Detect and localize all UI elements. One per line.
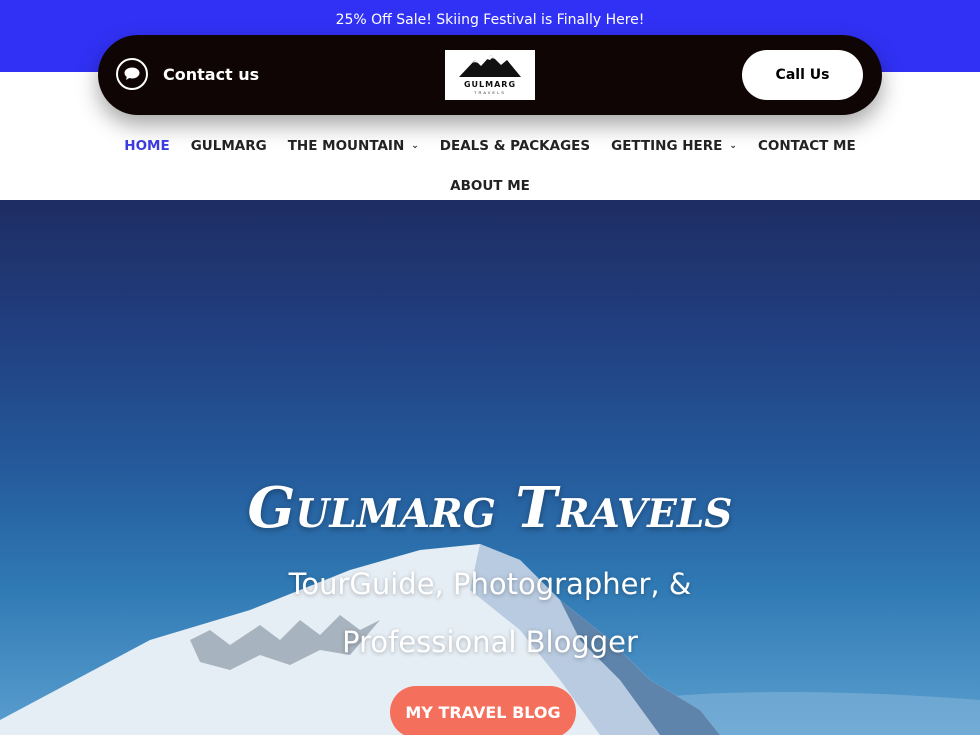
mountain-logo-icon xyxy=(459,55,521,77)
nav-item-contact-me[interactable]: CONTACT ME xyxy=(758,138,856,154)
nav-item-getting-here[interactable]: GETTING HERE ⌄ xyxy=(611,138,737,154)
nav-label: DEALS & PACKAGES xyxy=(439,138,591,154)
call-us-button[interactable]: Call Us xyxy=(742,50,863,100)
nav-item-about-me[interactable]: ABOUT ME xyxy=(450,178,530,194)
promo-text: 25% Off Sale! Skiing Festival is Finally… xyxy=(335,12,645,28)
contact-us-label: Contact us xyxy=(163,64,260,84)
site-logo[interactable]: GULMARG TRAVELS xyxy=(445,50,535,100)
nav-label: CONTACT ME xyxy=(757,138,856,154)
chevron-down-icon: ⌄ xyxy=(729,141,737,151)
nav-label: HOME xyxy=(124,138,170,154)
nav-label: THE MOUNTAIN xyxy=(287,138,405,154)
hero-title: Gulmarg Travels xyxy=(247,475,733,541)
hero-subtitle: TourGuide, Photographer, & Professional … xyxy=(288,567,692,659)
hero-section: Gulmarg Travels TourGuide, Photographer,… xyxy=(0,200,980,735)
chevron-down-icon: ⌄ xyxy=(411,141,419,151)
main-nav-row-2: ABOUT ME xyxy=(0,178,980,194)
site-header: Contact us GULMARG TRAVELS Call Us xyxy=(98,35,882,115)
chat-bubble-icon xyxy=(116,58,148,90)
main-nav: HOME GULMARG THE MOUNTAIN ⌄ DEALS & PACKA… xyxy=(0,138,980,154)
nav-item-the-mountain[interactable]: THE MOUNTAIN ⌄ xyxy=(288,138,419,154)
nav-item-deals-packages[interactable]: DEALS & PACKAGES xyxy=(440,138,590,154)
nav-label: GETTING HERE xyxy=(611,138,723,154)
contact-us-link[interactable]: Contact us xyxy=(116,55,259,93)
logo-subtext: TRAVELS xyxy=(474,90,506,95)
nav-item-home[interactable]: HOME xyxy=(124,138,169,154)
nav-label: ABOUT ME xyxy=(450,178,530,194)
nav-item-gulmarg[interactable]: GULMARG xyxy=(191,138,267,154)
nav-label: GULMARG xyxy=(190,138,267,154)
travel-blog-button[interactable]: MY TRAVEL BLOG xyxy=(390,686,576,735)
logo-text: GULMARG xyxy=(463,80,517,89)
